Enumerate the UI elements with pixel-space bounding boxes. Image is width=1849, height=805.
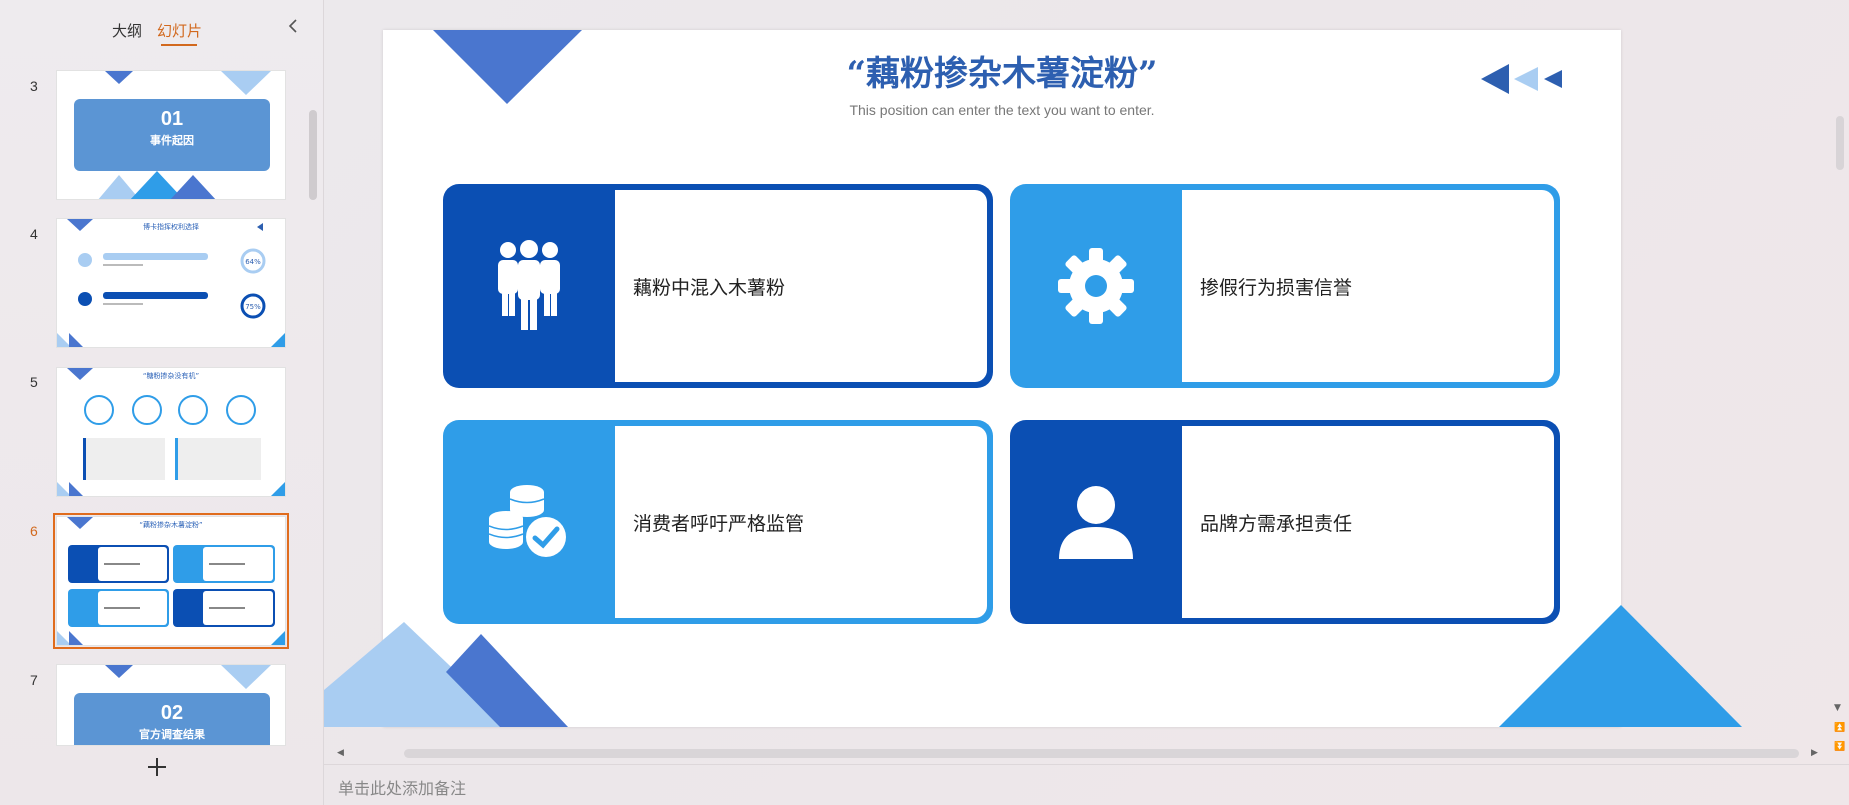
section-title: 事件起因 [150,134,194,147]
section-number: 01 [160,108,184,130]
scroll-left-arrow[interactable]: ◀ [337,748,344,758]
tab-outline[interactable]: 大纲 [112,20,142,41]
percent-label: 64% [245,258,261,266]
person-icon [1059,486,1133,559]
plus-icon [148,758,166,776]
section-title: 官方调查结果 [139,728,205,741]
slide-number: 4 [30,226,38,242]
card-1[interactable]: 藕粉中混入木薯粉 [443,184,993,388]
card-icon-area [1010,184,1182,388]
section-box: 01 事件起因 [74,99,270,171]
vertical-scrollbar[interactable] [1836,116,1844,170]
section-number: 02 [160,702,184,724]
slide-thumbnail-6[interactable]: “藕粉掺杂木薯淀粉” [53,513,289,649]
thumbnail-decoration [57,517,285,645]
thumbnail-decoration [57,368,285,496]
slide-number: 7 [30,672,38,688]
card-4[interactable]: 品牌方需承担责任 [1010,420,1560,624]
notes-pane[interactable]: 单击此处添加备注 [324,764,1849,805]
slide-title[interactable]: “藕粉掺杂木薯淀粉” [383,46,1621,95]
section-box: 02 官方调查结果 [74,693,270,745]
previous-slide-icon[interactable]: ⏫ [1834,723,1845,733]
slide-thumbnail-4[interactable]: 博卡指挥权利选择 64% 75% [56,218,286,348]
card-icon-area [443,420,615,624]
slide-number: 5 [30,374,38,390]
chevron-left-icon[interactable] [284,18,302,40]
slide-thumbnail-7[interactable]: 02 官方调查结果 [56,664,286,746]
card-icon-area [1010,420,1182,624]
slide-thumbnail-5[interactable]: “糖粉掺杂没有机” [56,367,286,497]
slide-thumbnail-3[interactable]: 01 事件起因 [56,70,286,200]
tab-slides[interactable]: 幻灯片 [157,20,202,41]
coins-check-icon [489,485,566,557]
people-group-icon [498,240,560,330]
card-icon-area [443,184,615,388]
notes-placeholder[interactable]: 单击此处添加备注 [338,775,466,799]
scroll-down-arrow[interactable]: ▼ [1834,703,1841,713]
card-text[interactable]: 掺假行为损害信誉 [1200,184,1352,388]
thumbnail-scrollbar[interactable] [309,110,317,200]
slide-subtitle[interactable]: This position can enter the text you wan… [383,102,1621,118]
card-2[interactable]: 掺假行为损害信誉 [1010,184,1560,388]
slide-number: 3 [30,78,38,94]
add-slide-button[interactable] [146,756,168,782]
gear-icon [1058,248,1134,324]
card-text[interactable]: 消费者呼吁严格监管 [633,420,804,624]
slide-canvas[interactable]: “藕粉掺杂木薯淀粉” This position can enter the t… [383,30,1621,727]
active-tab-indicator [161,44,197,46]
scroll-right-arrow[interactable]: ▶ [1811,748,1818,758]
card-text[interactable]: 品牌方需承担责任 [1200,420,1352,624]
slide-number: 6 [30,523,38,539]
percent-label: 75% [245,303,261,311]
card-text[interactable]: 藕粉中混入木薯粉 [633,184,785,388]
thumbnail-decoration: 64% 75% [57,219,285,347]
slides-panel: 大纲 幻灯片 3 01 事件起因 4 博卡指挥权利选择 64% 75% 5 “糖… [0,0,324,805]
next-slide-icon[interactable]: ⏬ [1834,742,1845,752]
horizontal-scrollbar[interactable] [404,749,1799,758]
card-3[interactable]: 消费者呼吁严格监管 [443,420,993,624]
